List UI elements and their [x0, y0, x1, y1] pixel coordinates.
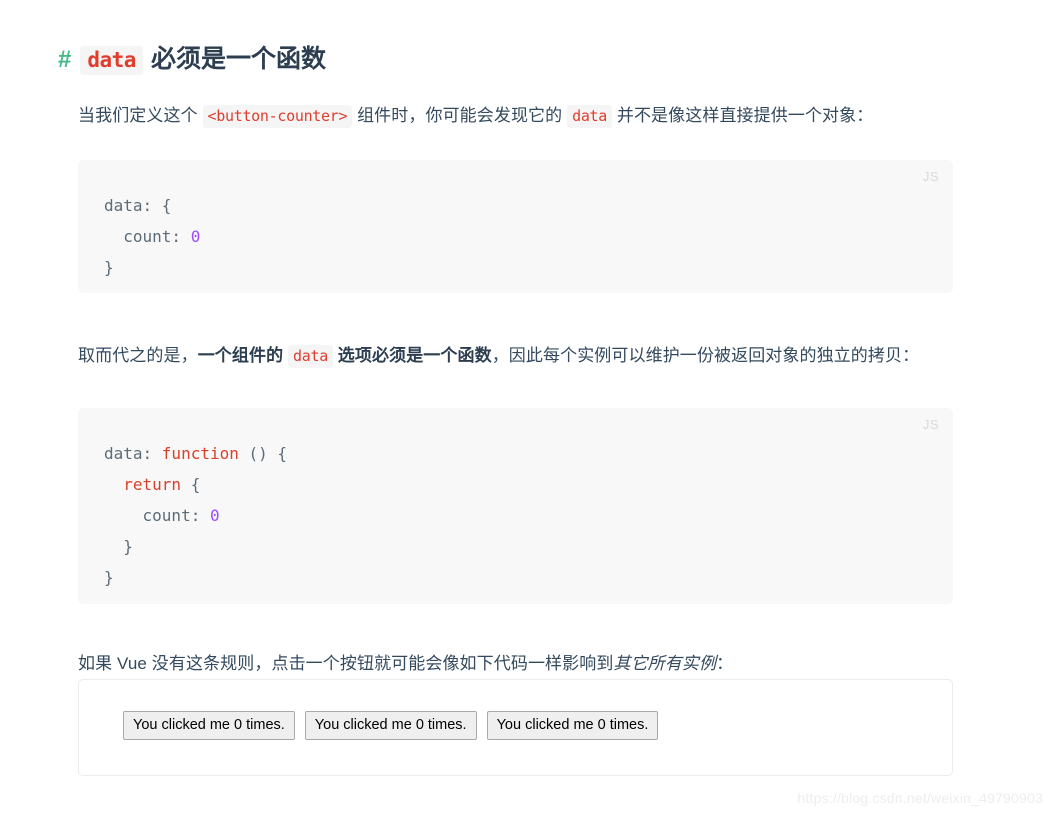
code-content[interactable]: data: { count: 0 }: [78, 160, 953, 311]
paragraph-intro: 当我们定义这个 <button-counter> 组件时，你可能会发现它的 da…: [78, 99, 968, 133]
paragraph-rule-text-2: ，因此每个实例可以维护一份被返回对象的独立的拷贝：: [491, 346, 920, 365]
code-language-label: JS: [922, 417, 939, 432]
paragraph-rule-text-1: 取而代之的是，: [78, 346, 198, 365]
paragraph-example-text-2: ：: [716, 654, 734, 673]
demo-container: You clicked me 0 times. You clicked me 0…: [78, 679, 953, 776]
inline-code-button-counter: <button-counter>: [202, 105, 353, 128]
code-language-label: JS: [922, 169, 939, 184]
code-content[interactable]: data: function () { return { count: 0 } …: [78, 408, 953, 621]
paragraph-example-italic: 其它所有实例: [613, 654, 717, 673]
paragraph-example-text-1: 如果 Vue 没有这条规则，点击一个按钮就可能会像如下代码一样影响到: [78, 654, 614, 673]
watermark: https://blog.csdn.net/weixin_49790903: [797, 790, 1043, 806]
inline-code-data-1: data: [567, 105, 613, 128]
paragraph-example: 如果 Vue 没有这条规则，点击一个按钮就可能会像如下代码一样影响到其它所有实例…: [78, 647, 968, 680]
paragraph-rule: 取而代之的是，一个组件的 data 选项必须是一个函数，因此每个实例可以维护一份…: [78, 339, 968, 373]
page-title: # data 必须是一个函数: [58, 39, 326, 80]
counter-button-2[interactable]: You clicked me 0 times.: [304, 711, 477, 740]
code-block-object-data: JS data: { count: 0 }: [78, 160, 953, 293]
code-block-function-data: JS data: function () { return { count: 0…: [78, 408, 953, 604]
heading-anchor-icon[interactable]: #: [58, 46, 71, 73]
heading-code-chip: data: [80, 45, 143, 75]
document-page: # data 必须是一个函数 当我们定义这个 <button-counter> 组件…: [0, 0, 1051, 816]
heading-text: 必须是一个函数: [150, 44, 326, 73]
counter-button-1[interactable]: You clicked me 0 times.: [123, 711, 295, 740]
paragraph-rule-bold-2: 选项必须是一个函数: [337, 346, 492, 365]
paragraph-intro-text-3: 并不是像这样直接提供一个对象：: [616, 106, 874, 125]
inline-code-data-2: data: [288, 345, 333, 368]
paragraph-rule-bold-1: 一个组件的: [197, 346, 284, 365]
paragraph-intro-text-1: 当我们定义这个: [78, 106, 198, 125]
paragraph-intro-text-2: 组件时，你可能会发现它的: [357, 106, 563, 125]
demo-button-group: You clicked me 0 times. You clicked me 0…: [123, 711, 659, 740]
counter-button-3[interactable]: You clicked me 0 times.: [486, 711, 659, 740]
